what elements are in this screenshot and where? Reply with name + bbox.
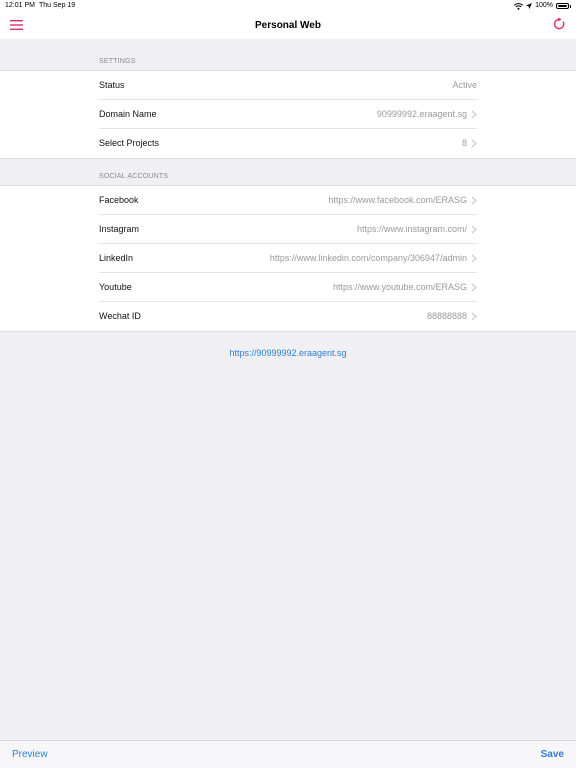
instagram-value: https://www.instagram.com/ <box>356 224 467 234</box>
chevron-right-icon <box>471 312 477 321</box>
chevron-right-icon <box>471 283 477 292</box>
battery-percent: 100% <box>535 2 553 9</box>
social-row-facebook[interactable]: Facebook https://www.facebook.com/ERASG <box>99 186 477 215</box>
chevron-right-icon <box>471 196 477 205</box>
domain-name-value: 90999992.eraagent.sg <box>376 109 467 119</box>
settings-row-status[interactable]: Status Active <box>99 71 477 100</box>
wifi-icon <box>514 2 524 10</box>
refresh-icon <box>553 17 565 30</box>
page-title: Personal Web <box>255 20 321 31</box>
battery-icon <box>556 3 569 9</box>
status-time: 12:01 PM <box>5 2 35 9</box>
wechat-id-label: Wechat ID <box>99 311 141 321</box>
refresh-button[interactable] <box>552 17 568 33</box>
facebook-label: Facebook <box>99 195 139 205</box>
social-row-instagram[interactable]: Instagram https://www.instagram.com/ <box>99 215 477 244</box>
youtube-label: Youtube <box>99 282 132 292</box>
settings-section-header: SETTINGS <box>99 58 136 65</box>
battery-tip <box>570 4 571 8</box>
save-button[interactable]: Save <box>541 741 564 768</box>
social-row-youtube[interactable]: Youtube https://www.youtube.com/ERASG <box>99 273 477 302</box>
chevron-right-icon <box>471 110 477 119</box>
chevron-right-icon <box>471 254 477 263</box>
chevron-right-icon <box>471 139 477 148</box>
settings-row-select-projects[interactable]: Select Projects 8 <box>99 129 477 158</box>
settings-group: Status Active Domain Name 90999992.eraag… <box>0 70 576 159</box>
youtube-value: https://www.youtube.com/ERASG <box>332 282 467 292</box>
facebook-value: https://www.facebook.com/ERASG <box>328 195 467 205</box>
linkedin-value: https://www.linkedin.com/company/306947/… <box>269 253 467 263</box>
bottom-toolbar: Preview Save <box>0 740 576 768</box>
personal-web-link[interactable]: https://90999992.eraagent.sg <box>0 348 576 358</box>
select-projects-value: 8 <box>461 138 467 148</box>
select-projects-label: Select Projects <box>99 138 160 148</box>
linkedin-label: LinkedIn <box>99 253 134 263</box>
location-arrow-icon <box>526 3 533 9</box>
social-row-linkedin[interactable]: LinkedIn https://www.linkedin.com/compan… <box>99 244 477 273</box>
social-accounts-section-header: SOCIAL ACCOUNTS <box>99 173 169 180</box>
wechat-id-value: 88888888 <box>426 311 467 321</box>
status-indicators: 100% <box>514 0 571 12</box>
navigation-bar: Personal Web <box>0 12 576 39</box>
instagram-label: Instagram <box>99 224 140 234</box>
battery-fill <box>558 5 567 7</box>
domain-name-label: Domain Name <box>99 109 157 119</box>
status-value: Active <box>452 80 477 90</box>
status-date: Thu Sep 19 <box>39 2 76 9</box>
social-row-wechat-id[interactable]: Wechat ID 88888888 <box>99 302 477 331</box>
social-accounts-group: Facebook https://www.facebook.com/ERASG … <box>0 185 576 332</box>
preview-button[interactable]: Preview <box>12 741 48 768</box>
status-bar: 12:01 PM Thu Sep 19 100% <box>0 0 576 12</box>
chevron-right-icon <box>471 225 477 234</box>
status-label: Status <box>99 80 125 90</box>
settings-row-domain-name[interactable]: Domain Name 90999992.eraagent.sg <box>99 100 477 129</box>
